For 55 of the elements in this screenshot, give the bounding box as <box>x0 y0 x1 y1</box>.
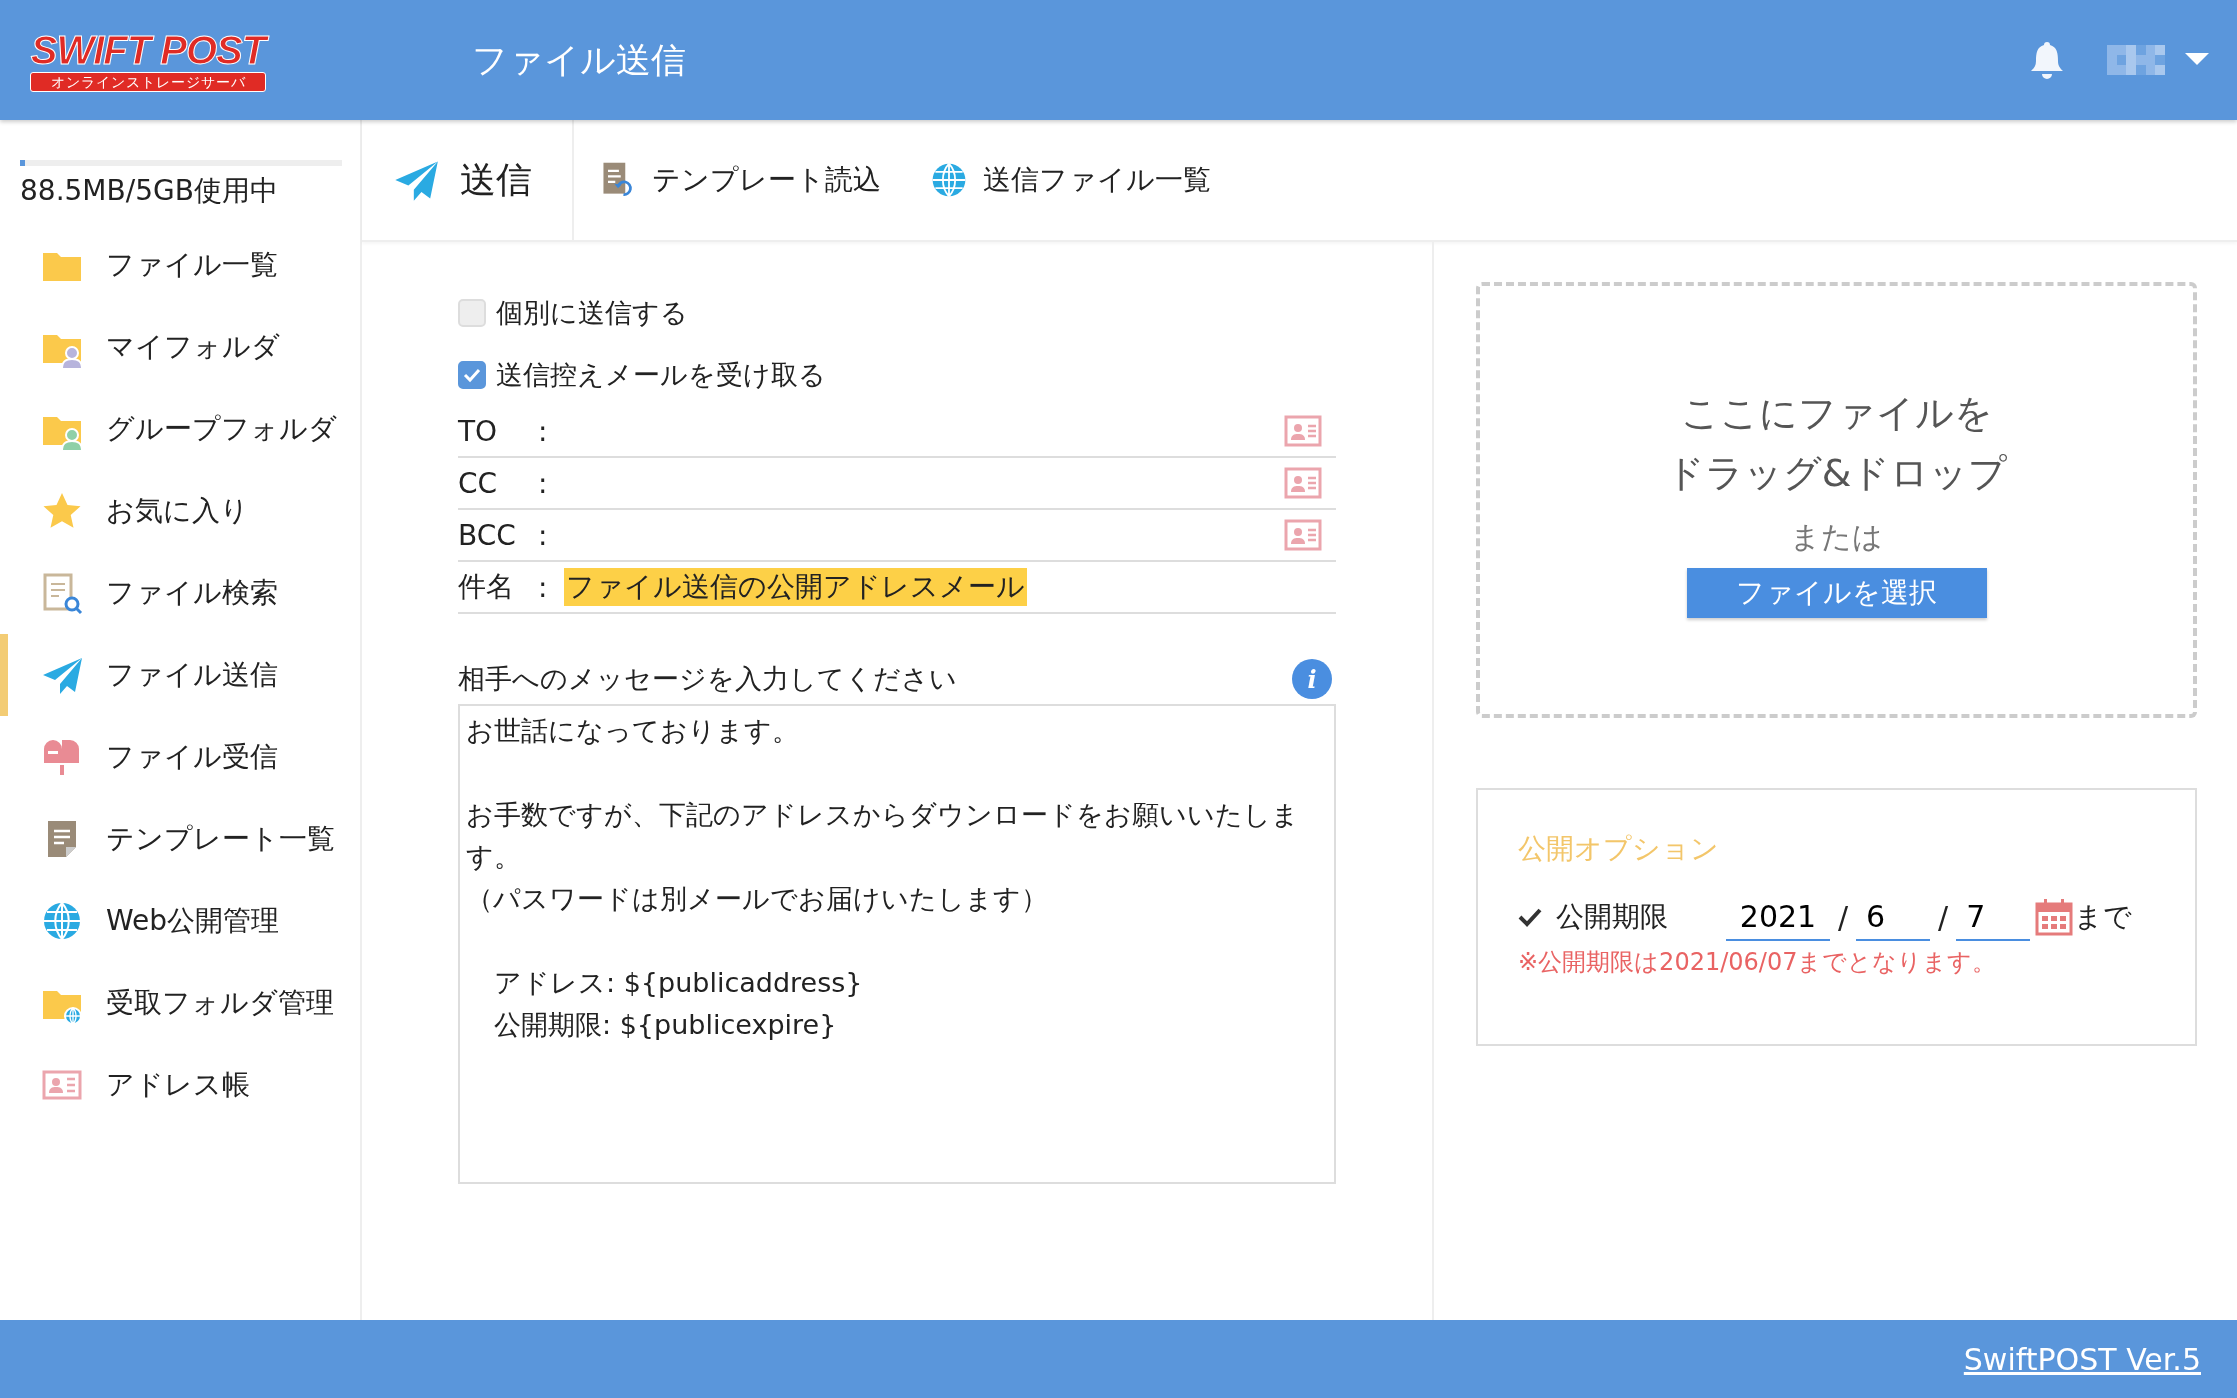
message-line: お世話になっております。 <box>466 714 800 748</box>
field-separator: : <box>538 466 549 500</box>
caret-icon[interactable] <box>2185 53 2209 67</box>
sidebar-item[interactable]: マイフォルダ <box>0 306 360 388</box>
field-label: 件名 <box>458 569 515 605</box>
subject-value[interactable]: ファイル送信の公開アドレスメール <box>564 568 1027 606</box>
contact-card-icon[interactable] <box>1284 467 1322 499</box>
pixelated-user-name[interactable] <box>2107 45 2165 75</box>
day-field[interactable]: 7 <box>1956 893 2031 941</box>
checkbox[interactable] <box>458 361 486 389</box>
contact-card-icon[interactable] <box>1284 415 1322 447</box>
calendar-icon[interactable] <box>2034 897 2075 937</box>
drop-zone[interactable]: ここにファイルを ドラッグ&ドロップ または ファイルを選択 <box>1476 282 2197 718</box>
sidebar-item[interactable]: テンプレート一覧 <box>0 798 360 880</box>
sidebar-item[interactable]: 受取フォルダ管理 <box>0 962 360 1044</box>
or-text: または <box>1790 517 1883 556</box>
toolbar-button[interactable]: 送信ファイル一覧 <box>905 120 1235 240</box>
expiry-note: ※公開期限は2021/06/07までとなります。 <box>1518 947 1998 978</box>
sidebar-item[interactable]: グループフォルダ <box>0 388 360 470</box>
date-separator: / <box>1838 899 1849 935</box>
field-label: CC <box>458 466 499 500</box>
until-label: まで <box>2074 899 2133 935</box>
sidebar-item[interactable]: お気に入り <box>0 470 360 552</box>
field-separator: : <box>538 570 549 604</box>
message-line: アドレス: ${publicaddress} <box>494 966 864 1000</box>
sidebar-item[interactable]: ファイル検索 <box>0 552 360 634</box>
drop-hint: ドラッグ&ドロップ <box>1665 449 2008 497</box>
date-separator: / <box>1938 899 1949 935</box>
panel-title: 公開オプション <box>1518 831 1720 867</box>
storage-usage: 88.5MB/5GB使用中 <box>19 173 279 209</box>
message-line: お手数ですが、下記のアドレスからダウンロードをお願いいたします。 <box>466 798 1300 874</box>
drop-hint: ここにファイルを <box>1680 389 1993 437</box>
expiry-label: 公開期限 <box>1556 899 1669 935</box>
field-separator: : <box>538 518 549 552</box>
page-title: ファイル送信 <box>472 38 687 82</box>
sidebar-item[interactable]: ファイル一覧 <box>0 224 360 306</box>
checkbox-label: 個別に送信する <box>496 296 688 330</box>
toolbar-button[interactable]: テンプレート読込 <box>574 120 905 240</box>
message-label: 相手へのメッセージを入力してください <box>458 662 957 696</box>
sidebar-item[interactable]: ファイル受信 <box>0 716 360 798</box>
message-line: 公開期限: ${publicexpire} <box>494 1008 838 1042</box>
field-label: TO <box>458 414 499 448</box>
field-label: BCC <box>458 518 517 552</box>
message-field[interactable]: お世話になっております。 お手数ですが、下記のアドレスからダウンロードをお願いいたします。 （パスワードは別メールでお届けいたします） アドレス: ${publicaddress} 公開期限: ${publicexpire} <box>458 704 1336 1184</box>
sidebar-item[interactable]: ファイル送信 <box>0 634 360 716</box>
sidebar-item[interactable]: Web公開管理 <box>0 880 360 962</box>
field-separator: : <box>538 414 549 448</box>
logo-subtitle: オンラインストレージサーバ <box>30 72 266 92</box>
month-field[interactable]: 6 <box>1856 893 1931 941</box>
sidebar-item[interactable]: アドレス帳 <box>0 1044 360 1126</box>
message-line: （パスワードは別メールでお届けいたします） <box>466 882 1049 916</box>
checkbox-label: 送信控えメールを受け取る <box>496 358 826 392</box>
toolbar-button[interactable]: 送信 <box>362 120 574 240</box>
contact-card-icon[interactable] <box>1284 519 1322 551</box>
year-field[interactable]: 2021 <box>1726 893 1830 941</box>
